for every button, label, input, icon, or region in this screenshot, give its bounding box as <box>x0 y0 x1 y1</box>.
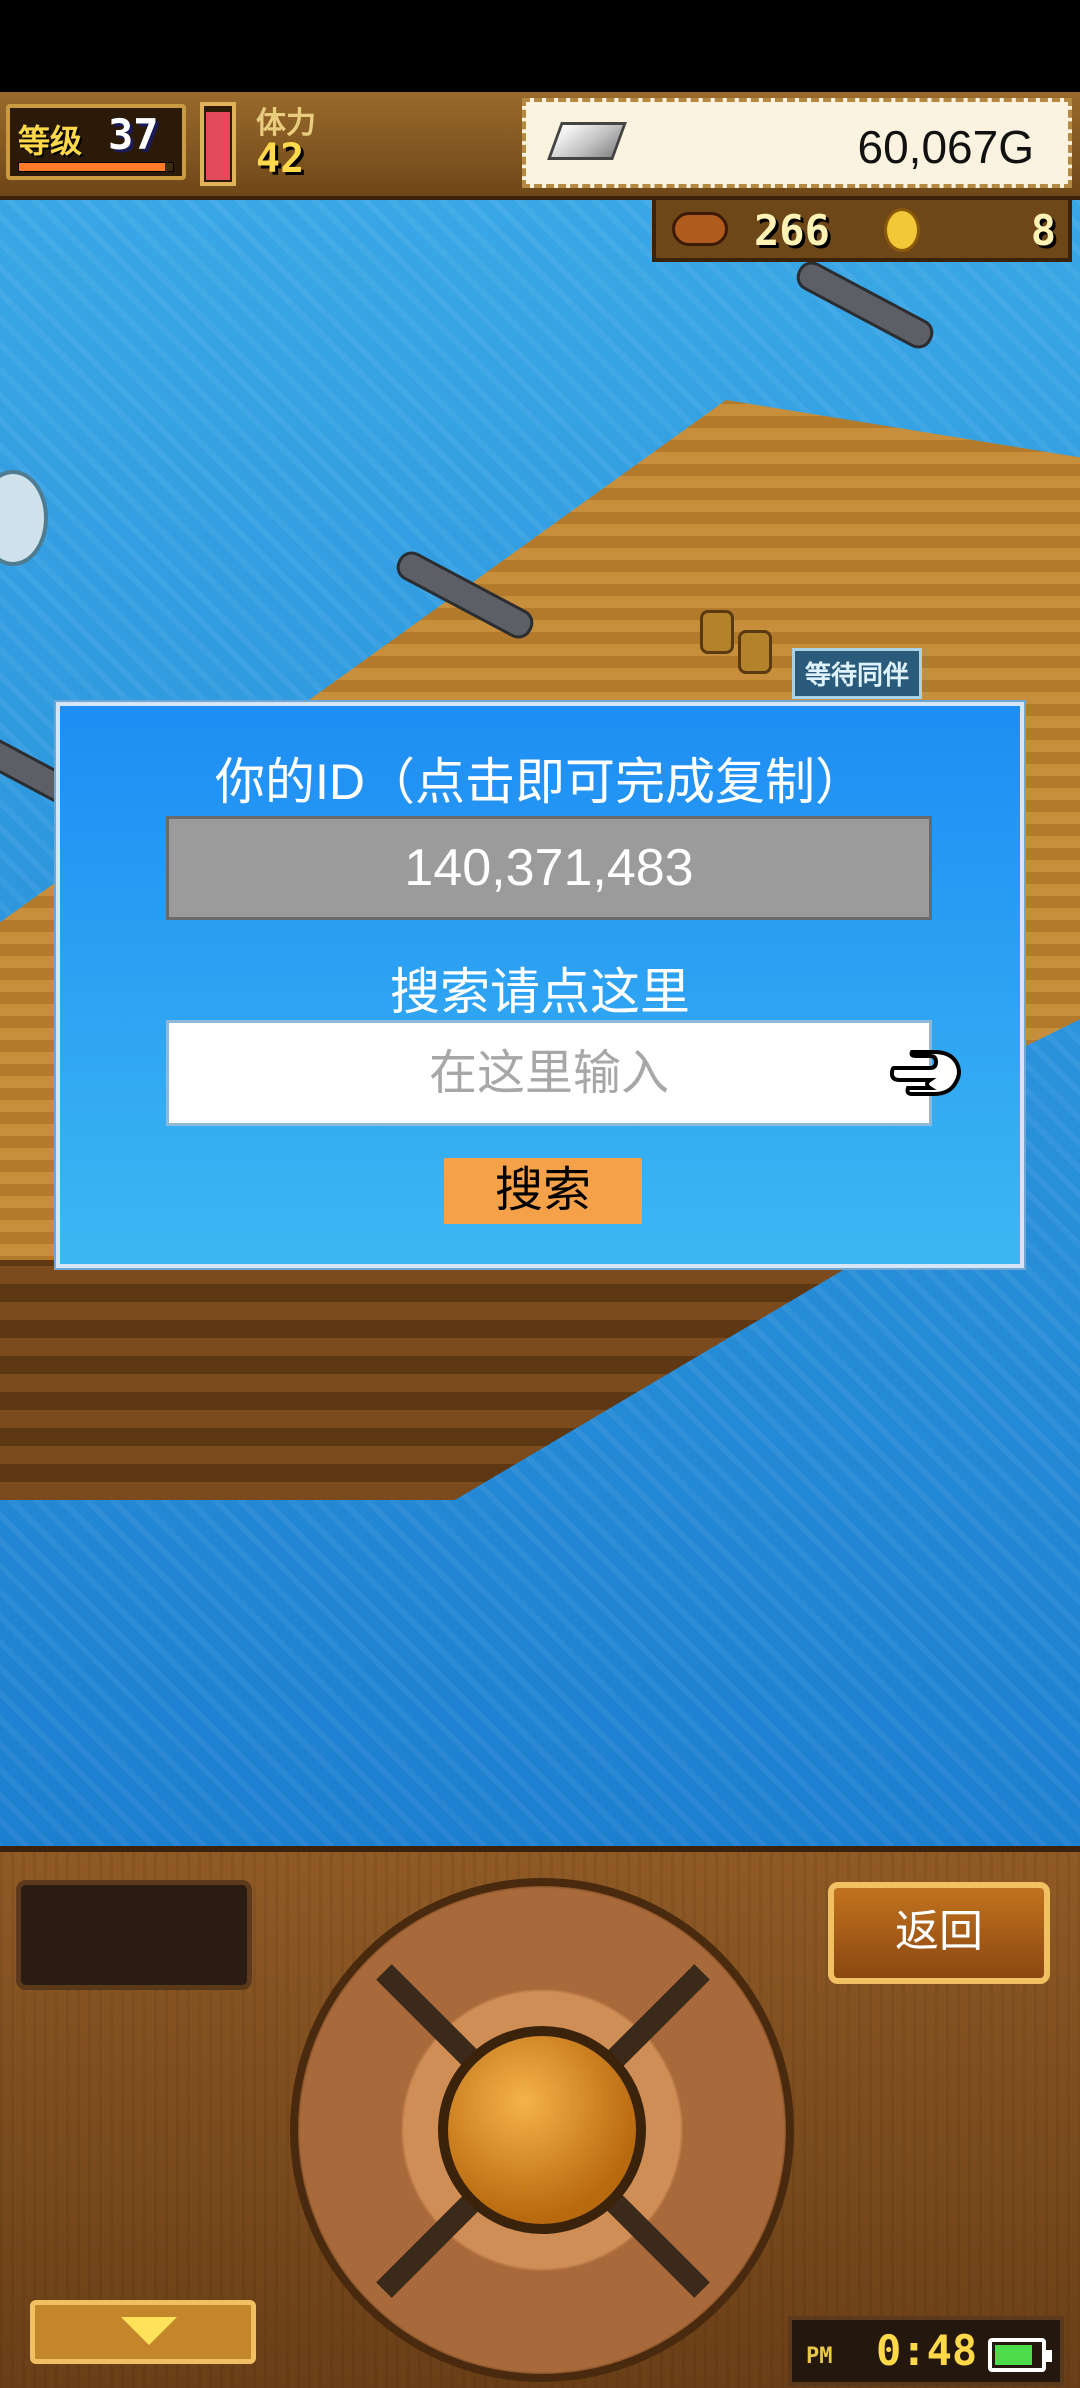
panel-screen <box>16 1880 252 1990</box>
level-box: 等级 37 <box>6 104 186 180</box>
status-bar <box>0 0 1080 92</box>
level-value: 37 <box>108 110 159 159</box>
gold-box: 60,067G <box>522 98 1072 188</box>
search-button[interactable]: 搜索 <box>444 1158 642 1224</box>
coin-icon <box>884 208 920 252</box>
menu-down-button[interactable] <box>30 2300 256 2364</box>
player-id-box[interactable]: 140,371,483 <box>166 816 932 920</box>
battery-tip <box>1046 2350 1052 2362</box>
waiting-sign: 等待同伴 <box>792 648 923 699</box>
silver-ingot-icon <box>547 122 627 160</box>
clock-ampm: PM <box>806 2344 833 2369</box>
pointing-hand-icon <box>890 1050 961 1096</box>
down-arrow-icon <box>121 2317 177 2345</box>
level-progress-fill <box>19 163 166 171</box>
food-icon <box>672 212 728 246</box>
battery-fill <box>995 2345 1032 2365</box>
level-progress-bar <box>18 162 174 172</box>
search-input[interactable] <box>166 1020 932 1126</box>
barrel <box>738 630 772 674</box>
resource-strip: 266 8 <box>652 200 1072 262</box>
stamina-bar <box>200 102 236 186</box>
dialog-title: 你的ID（点击即可完成复制） <box>215 754 865 810</box>
back-button[interactable]: 返回 <box>828 1882 1050 1984</box>
search-hint: 搜索请点这里 <box>390 964 690 1020</box>
gold-value: 60,067G <box>857 121 1034 173</box>
control-panel: 返回 PM 0:48 <box>0 1846 1080 2388</box>
coin-count: 8 <box>1030 206 1056 255</box>
stamina-value: 42 <box>256 136 305 182</box>
ship-hull <box>0 1260 860 1500</box>
clock-time: 0:48 <box>876 2326 978 2375</box>
chat-bubble-icon[interactable] <box>0 470 48 566</box>
hud: 等级 37 体力 42 60,067G <box>0 92 1080 200</box>
stamina-fill <box>206 111 230 180</box>
clock: PM 0:48 <box>788 2316 1064 2386</box>
dpad-center-button[interactable] <box>438 2026 646 2234</box>
dpad[interactable] <box>290 1878 794 2382</box>
cannon <box>791 256 939 354</box>
level-label: 等级 <box>18 122 83 160</box>
barrel <box>700 610 734 654</box>
food-count: 266 <box>754 206 830 255</box>
battery-icon <box>988 2338 1052 2372</box>
friend-search-dialog: 你的ID（点击即可完成复制） 140,371,483 搜索请点这里 搜索 <box>54 700 1026 1270</box>
